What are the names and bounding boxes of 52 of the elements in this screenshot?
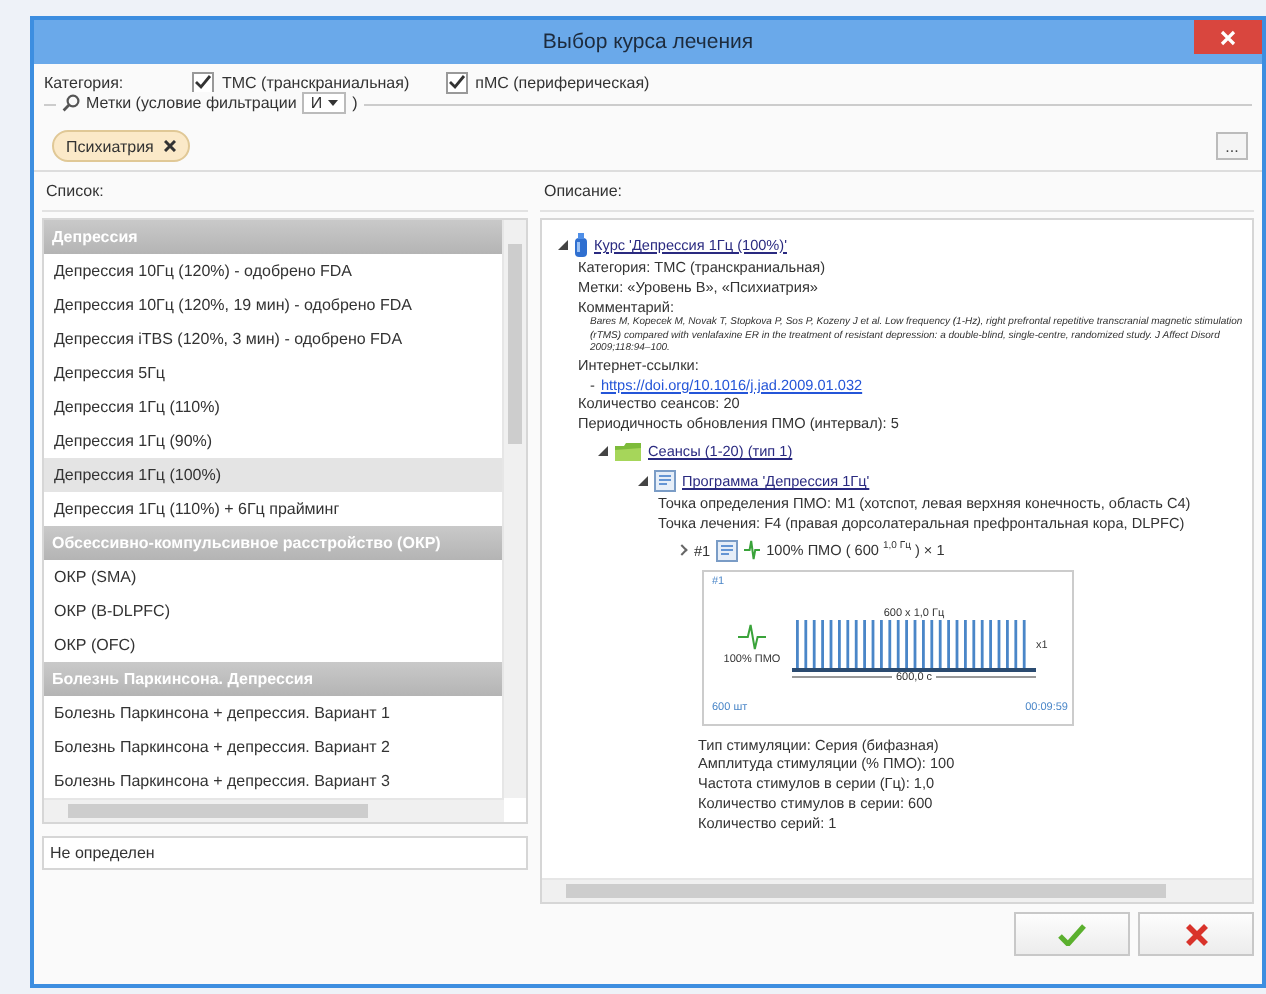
tag-chip[interactable]: Психиатрия <box>52 130 190 162</box>
close-icon <box>1220 29 1236 45</box>
list-item[interactable]: Депрессия iTBS (120%, 3 мин) - одобрено FDA <box>44 322 502 356</box>
checkbox-label: пМС (периферическая) <box>475 73 650 91</box>
list-item[interactable]: Депрессия 5Гц <box>44 356 502 390</box>
list-item[interactable]: Болезнь Паркинсона + депрессия. Вариант 2 <box>44 730 502 764</box>
checkbox-label: ТМС (транскраниальная) <box>222 73 410 91</box>
status-field[interactable]: Не определен <box>42 836 528 870</box>
document-icon <box>716 539 739 562</box>
check-icon <box>1058 923 1086 945</box>
list-item[interactable]: Депрессия 10Гц (120%, 19 мин) - одобрено FDA <box>44 288 502 322</box>
vertical-scrollbar[interactable] <box>502 220 526 798</box>
category-label: Категория: <box>44 73 126 91</box>
caret-icon <box>328 100 339 106</box>
list-item[interactable]: Болезнь Паркинсона + депрессия. Вариант 3 <box>44 764 502 798</box>
document-icon <box>654 470 676 493</box>
ok-button[interactable] <box>1014 912 1130 956</box>
check-icon <box>447 74 466 90</box>
remove-icon <box>163 140 176 152</box>
cancel-button[interactable] <box>1138 912 1254 956</box>
group-header: Обсессивно-компульсивное расстройство (ОКР) <box>44 526 502 560</box>
close-button[interactable] <box>1194 20 1262 54</box>
list-item[interactable]: Депрессия 1Гц (110%) <box>44 390 502 424</box>
horizontal-scrollbar[interactable] <box>542 878 1252 902</box>
search-icon <box>62 94 80 112</box>
expand-toggle[interactable] <box>676 544 688 556</box>
tags-filter-label: ) <box>352 94 358 112</box>
browse-button[interactable]: ... <box>1216 132 1248 160</box>
bottle-icon <box>574 232 588 258</box>
waveform-icon <box>738 624 766 651</box>
checkbox[interactable] <box>445 71 468 93</box>
window-title: Выбор курса лечения <box>542 30 754 54</box>
check-icon <box>194 74 212 90</box>
waveform-icon <box>744 540 761 561</box>
group-header: Болезнь Паркинсона. Депрессия <box>44 662 502 696</box>
list-label: Список: <box>46 182 104 200</box>
checkbox[interactable] <box>192 71 214 93</box>
list-item[interactable]: Депрессия 1Гц (100%) <box>44 458 502 492</box>
list-item[interactable]: Депрессия 1Гц (110%) + 6Гц прайминг <box>44 492 502 526</box>
list-item[interactable]: ОКР (OFC) <box>44 628 502 662</box>
list-item[interactable]: Депрессия 10Гц (120%) - одобрено FDA <box>44 254 502 288</box>
description-label: Описание: <box>544 182 623 200</box>
horizontal-scrollbar[interactable] <box>44 798 504 822</box>
close-icon <box>1185 923 1207 945</box>
group-header: Депрессия <box>44 220 502 254</box>
list-item[interactable]: Депрессия 1Гц (90%) <box>44 424 502 458</box>
list-item[interactable]: ОКР (SMA) <box>44 560 502 594</box>
folder-icon <box>614 440 642 463</box>
operator-dropdown[interactable]: И <box>302 92 347 114</box>
tags-filter-label: Метки (условие фильтрации <box>86 94 297 112</box>
list-item[interactable]: Болезнь Паркинсона + депрессия. Вариант 1 <box>44 696 502 730</box>
list-item[interactable]: ОКР (B-DLPFC) <box>44 594 502 628</box>
